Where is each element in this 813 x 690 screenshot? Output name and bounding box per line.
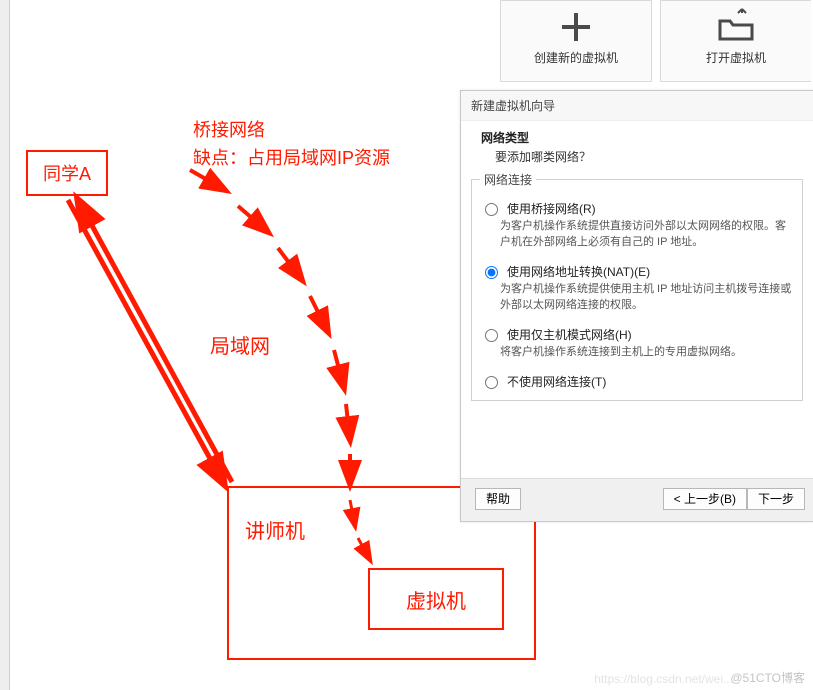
opt-nat[interactable]: 使用网络地址转换(NAT)(E) 为客户机操作系统提供使用主机 IP 地址访问主… xyxy=(472,261,802,324)
group-title: 网络连接 xyxy=(480,171,536,188)
radio-none[interactable] xyxy=(485,376,498,389)
next-button[interactable]: 下一步 xyxy=(747,488,805,510)
new-vm-wizard-dialog: 新建虚拟机向导 网络类型 要添加哪类网络？ 网络连接 使用桥接网络(R) 为客户… xyxy=(460,90,813,522)
tile-open-label: 打开虚拟机 xyxy=(661,49,811,66)
opt-hostonly-label: 使用仅主机模式网络(H) xyxy=(507,326,632,343)
prev-button[interactable]: < 上一步(B) xyxy=(663,488,747,510)
tile-create-vm[interactable]: 创建新的虚拟机 xyxy=(500,0,652,82)
opt-none[interactable]: 不使用网络连接(T) xyxy=(472,371,802,400)
radio-bridge[interactable] xyxy=(485,203,498,216)
tile-open-vm[interactable]: 打开虚拟机 xyxy=(660,0,811,82)
annot-bridge-desc: 缺点：占用局域网IP资源 xyxy=(193,144,390,170)
help-button[interactable]: 帮助 xyxy=(475,488,521,510)
opt-bridge[interactable]: 使用桥接网络(R) 为客户机操作系统提供直接访问外部以太网网络的权限。客户机在外… xyxy=(472,198,802,261)
tile-create-label: 创建新的虚拟机 xyxy=(501,49,651,66)
dialog-title: 新建虚拟机向导 xyxy=(461,91,813,121)
node-student-a: 同学A xyxy=(26,150,108,196)
plus-icon xyxy=(556,7,596,47)
watermark-csdn: https://blog.csdn.net/wei... xyxy=(594,672,733,686)
open-folder-icon xyxy=(714,7,758,47)
radio-hostonly[interactable] xyxy=(485,329,498,342)
network-group: 网络连接 使用桥接网络(R) 为客户机操作系统提供直接访问外部以太网网络的权限。… xyxy=(471,179,803,401)
node-vm: 虚拟机 xyxy=(368,568,504,630)
opt-bridge-desc: 为客户机操作系统提供直接访问外部以太网网络的权限。客户机在外部网络上必须有自己的… xyxy=(500,219,794,251)
dialog-footer: 帮助 < 上一步(B) 下一步 xyxy=(461,478,813,521)
opt-hostonly-desc: 将客户机操作系统连接到主机上的专用虚拟网络。 xyxy=(500,345,794,361)
opt-hostonly[interactable]: 使用仅主机模式网络(H) 将客户机操作系统连接到主机上的专用虚拟网络。 xyxy=(472,324,802,371)
opt-bridge-label: 使用桥接网络(R) xyxy=(507,200,596,217)
doc-margin xyxy=(0,0,10,690)
opt-nat-label: 使用网络地址转换(NAT)(E) xyxy=(507,263,650,280)
annot-lan: 局域网 xyxy=(210,330,270,359)
radio-nat[interactable] xyxy=(485,266,498,279)
annot-bridge-title: 桥接网络 xyxy=(193,116,265,142)
annot-teacher: 讲师机 xyxy=(245,515,305,544)
opt-none-label: 不使用网络连接(T) xyxy=(507,373,606,390)
watermark-51cto: @51CTO博客 xyxy=(730,669,805,686)
dialog-heading: 网络类型 xyxy=(461,121,813,146)
opt-nat-desc: 为客户机操作系统提供使用主机 IP 地址访问主机拨号连接或外部以太网网络连接的权… xyxy=(500,282,794,314)
